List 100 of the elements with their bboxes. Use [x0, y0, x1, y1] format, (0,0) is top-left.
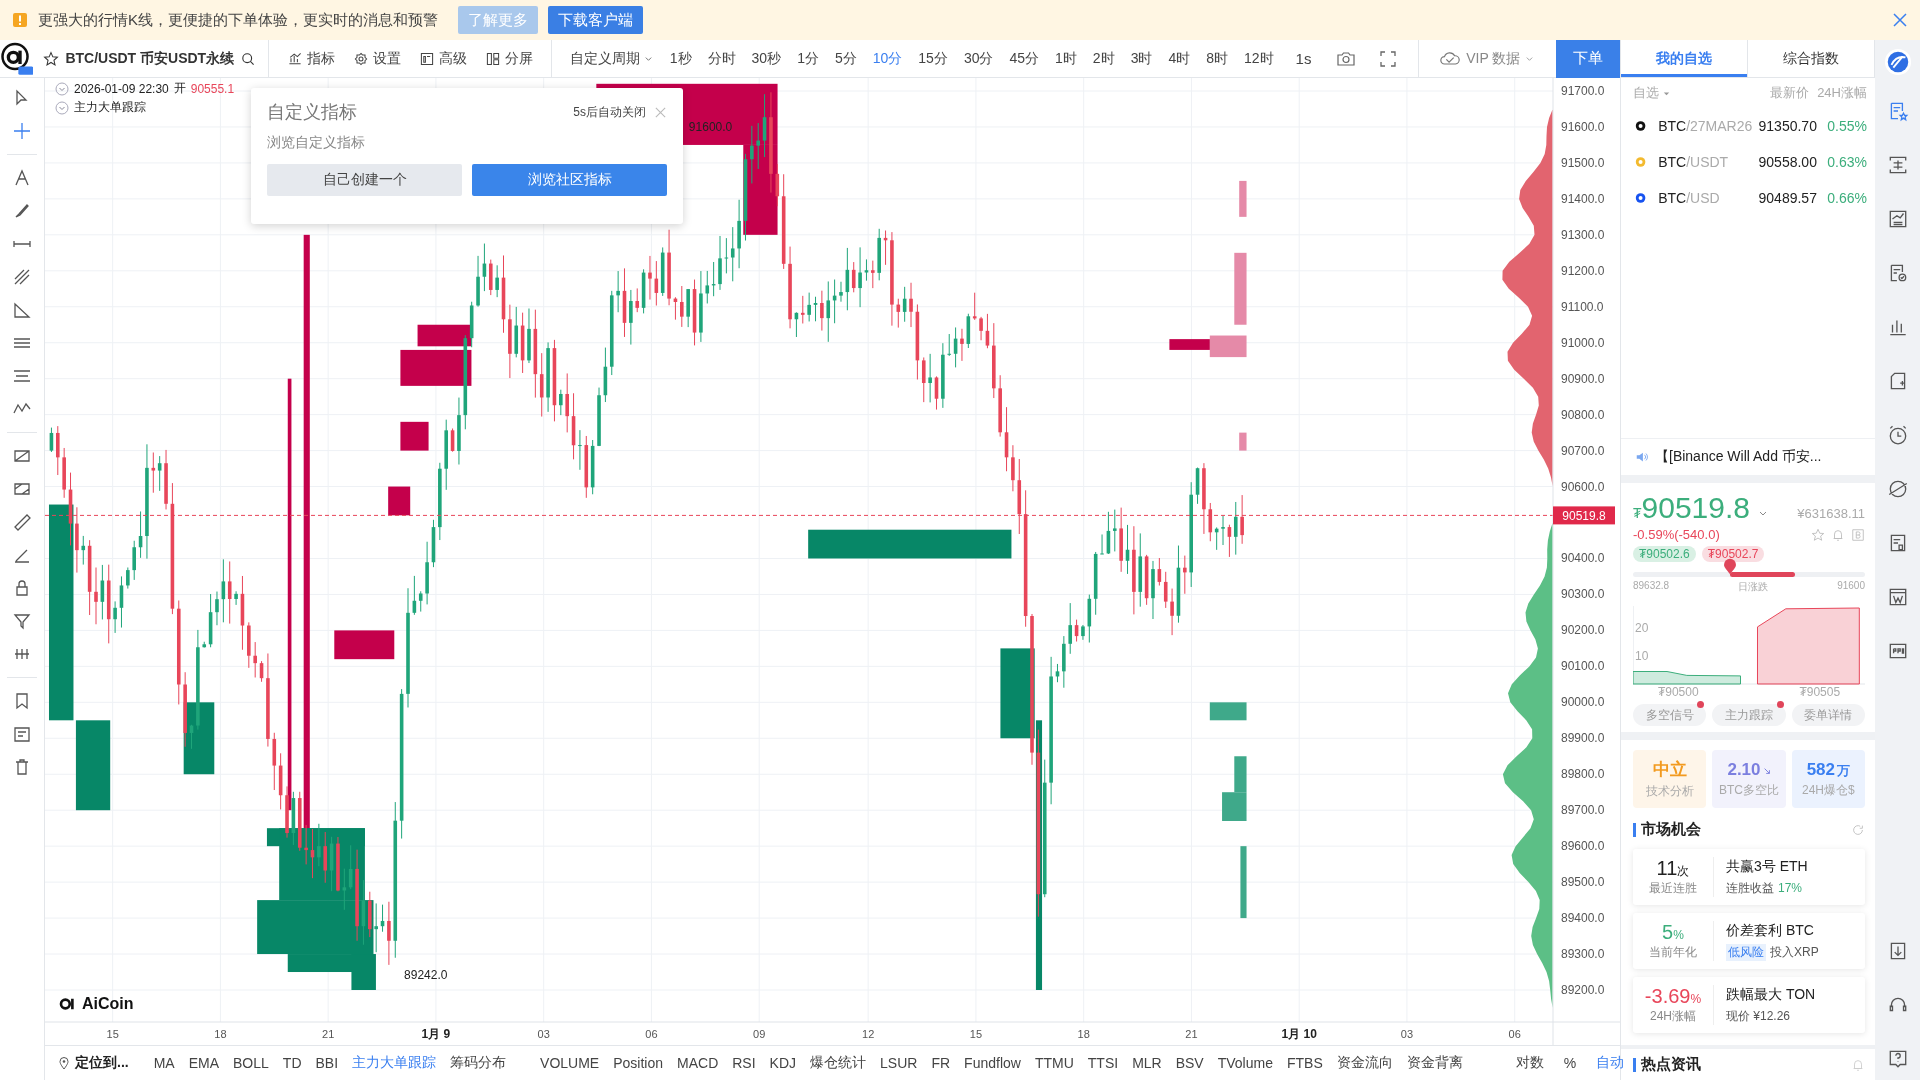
- browse-button[interactable]: 浏览社区指标: [472, 164, 667, 196]
- indicator-tab[interactable]: 资金背离: [1401, 1054, 1468, 1072]
- indicator-tab[interactable]: TVolume: [1212, 1055, 1278, 1071]
- last-price: 90558.00: [1758, 154, 1818, 170]
- indicator-tab[interactable]: LSUR: [875, 1055, 923, 1071]
- currency-symbol: ₮: [1633, 505, 1642, 521]
- period-tab[interactable]: 30分: [958, 49, 999, 68]
- price-axis-label: 91300.0: [1561, 227, 1605, 242]
- indicator-tab[interactable]: VOLUME: [535, 1055, 605, 1071]
- watchlist-row[interactable]: BTC/USDT 90558.00 0.63%: [1621, 144, 1875, 180]
- indicator-tab[interactable]: TTSI: [1082, 1055, 1124, 1071]
- time-axis-label: 21: [322, 1028, 335, 1040]
- indicator-tab[interactable]: RSI: [727, 1055, 761, 1071]
- pair-name: BTC/27MAR26: [1658, 118, 1754, 134]
- period-tab[interactable]: 30秒: [746, 49, 787, 68]
- period-tab[interactable]: 45分: [1004, 49, 1045, 68]
- indicator-tab[interactable]: TD: [277, 1055, 307, 1071]
- locate-button[interactable]: 定位到...: [57, 1054, 129, 1072]
- indicator-tab[interactable]: MA: [148, 1055, 180, 1071]
- period-tab[interactable]: 2时: [1087, 49, 1120, 68]
- vip-data-dropdown[interactable]: VIP 数据: [1431, 49, 1543, 68]
- period-tab[interactable]: 4时: [1163, 49, 1196, 68]
- time-axis-label: 18: [1077, 1028, 1090, 1040]
- opportunity-detail: 现价 ¥12.26: [1726, 1007, 1791, 1025]
- opportunity-title: 共赢3号 ETH: [1726, 857, 1808, 876]
- indicator-tab[interactable]: 筹码分布: [445, 1054, 512, 1072]
- time-axis-label: 21: [1185, 1028, 1198, 1040]
- indicator-tab[interactable]: FR: [926, 1055, 956, 1071]
- indicator-tab[interactable]: 主力大单跟踪: [347, 1054, 442, 1072]
- indicator-tab[interactable]: MACD: [672, 1055, 724, 1071]
- time-axis-label: 12: [862, 1028, 875, 1040]
- watchlist-row[interactable]: BTC/USD 90489.57 0.66%: [1621, 180, 1875, 216]
- download-button[interactable]: 下载客户端: [548, 6, 643, 34]
- period-tab[interactable]: 分时: [702, 49, 741, 68]
- popup-title: 自定义指标: [267, 101, 358, 124]
- indicator-name: 主力大单跟踪: [74, 99, 146, 116]
- time-axis-label: 15: [969, 1028, 983, 1040]
- order-button[interactable]: 下单: [1556, 39, 1620, 78]
- price-axis-label: 89800.0: [1561, 767, 1605, 782]
- price-axis-label: 89700.0: [1561, 803, 1605, 818]
- banner-message: 更强大的行情K线，更便捷的下单体验，更实时的消息和预警: [38, 10, 438, 30]
- price-axis-label: 90200.0: [1561, 623, 1605, 638]
- stat-unit: 万: [1837, 761, 1850, 780]
- scale-option[interactable]: %: [1555, 1055, 1585, 1071]
- toolbar-menu-button[interactable]: 指标: [280, 49, 341, 68]
- price-axis-label: 90300.0: [1561, 587, 1605, 602]
- price-change: -0.59%(-540.0): [1633, 527, 1720, 542]
- period-tab[interactable]: 5分: [829, 49, 862, 68]
- time-axis-label: 06: [1508, 1028, 1521, 1040]
- indicator-tab[interactable]: MLR: [1127, 1055, 1167, 1071]
- indicator-tab[interactable]: TTMU: [1029, 1055, 1079, 1071]
- brand-logo: AiCoin: [59, 995, 134, 1013]
- toolbar-menu-button[interactable]: 设置: [346, 49, 407, 68]
- price-axis-label: 91400.0: [1561, 191, 1605, 206]
- time-axis-label: 18: [214, 1028, 227, 1040]
- opportunity-card[interactable]: 11次 最近连胜 共赢3号 ETH 连胜收益 17%: [1633, 849, 1865, 905]
- toolbar-menu-button[interactable]: 分屏: [478, 49, 539, 68]
- panel-tab[interactable]: 我的自选: [1621, 40, 1748, 77]
- period-tab[interactable]: 3时: [1125, 49, 1158, 68]
- indicator-tab[interactable]: KDJ: [764, 1055, 802, 1071]
- symbol-title: BTC/USDT 币安USDT永续: [65, 49, 235, 68]
- indicator-tab[interactable]: BOLL: [228, 1055, 274, 1071]
- opportunity-card[interactable]: 5% 当前年化 价差套利 BTC 低风险 投入XRP: [1633, 913, 1865, 969]
- period-tab[interactable]: 10分: [867, 49, 908, 68]
- indicator-tab[interactable]: 爆仓统计: [805, 1054, 872, 1072]
- opportunity-card[interactable]: -3.69% 24H涨幅 跌幅最大 TON 现价 ¥12.26: [1633, 977, 1865, 1033]
- depth-axis-label: 10: [1635, 649, 1649, 664]
- create-button[interactable]: 自己创建一个: [267, 164, 462, 196]
- price-axis-label: 91700.0: [1561, 84, 1605, 98]
- indicator-tab[interactable]: EMA: [183, 1055, 224, 1071]
- period-tab[interactable]: 15分: [913, 49, 953, 68]
- watchlist-row[interactable]: BTC/27MAR26 91350.70 0.55%: [1621, 108, 1875, 144]
- indicator-tab[interactable]: Position: [608, 1055, 668, 1071]
- period-tab[interactable]: 1分: [792, 49, 824, 68]
- scale-option[interactable]: 对数: [1507, 1054, 1552, 1072]
- price-axis-label: 90600.0: [1561, 479, 1605, 494]
- indicator-tab[interactable]: 资金流向: [1331, 1054, 1398, 1072]
- period-tab[interactable]: 1时: [1050, 49, 1082, 68]
- period-dropdown[interactable]: 自定义周期: [563, 49, 659, 68]
- price-axis-label: 89200.0: [1561, 983, 1605, 997]
- risk-tag: 低风险: [1726, 943, 1766, 961]
- indicator-tab[interactable]: FTBS: [1281, 1055, 1328, 1071]
- price-annotation: 91600.0: [688, 119, 733, 134]
- interval-button[interactable]: 1s: [1290, 50, 1317, 67]
- indicator-tab[interactable]: Fundflow: [959, 1055, 1026, 1071]
- period-tab[interactable]: 1秒: [664, 49, 697, 68]
- indicator-tab[interactable]: BBI: [310, 1055, 344, 1071]
- section-title: 热点资讯: [1641, 1055, 1701, 1074]
- period-tab[interactable]: 12时: [1239, 49, 1279, 68]
- indicator-tab[interactable]: BSV: [1170, 1055, 1209, 1071]
- period-tab[interactable]: 8时: [1201, 49, 1233, 68]
- opportunity-value: 11: [1656, 857, 1678, 880]
- column-header: 24H涨幅: [1817, 84, 1867, 102]
- opportunity-label: 当前年化: [1649, 944, 1697, 961]
- scale-option[interactable]: 自动: [1588, 1054, 1633, 1072]
- opportunity-title: 价差套利 BTC: [1726, 921, 1815, 940]
- toolbar-menu-button[interactable]: 高级: [412, 49, 473, 68]
- change-percent: 0.63%: [1827, 154, 1867, 170]
- time-axis-label: 1月 9: [421, 1027, 451, 1041]
- price-axis-label: 90000.0: [1561, 695, 1605, 710]
